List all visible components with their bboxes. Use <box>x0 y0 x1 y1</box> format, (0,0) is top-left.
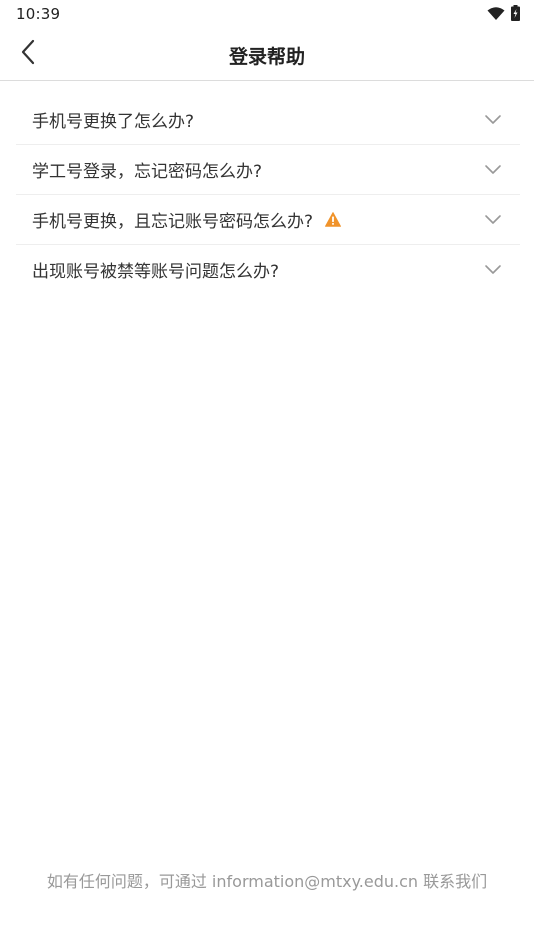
chevron-down-icon <box>484 112 502 126</box>
contact-footer: 如有任何问题，可通过 information@mtxy.edu.cn 联系我们 <box>46 872 488 891</box>
faq-question: 手机号更换了怎么办? <box>32 112 195 132</box>
battery-charging-icon <box>511 5 520 25</box>
faq-item-phone-and-password[interactable]: 手机号更换，且忘记账号密码怎么办? <box>16 195 520 245</box>
faq-question: 学工号登录，忘记密码怎么办? <box>32 162 263 182</box>
chevron-down-icon <box>484 262 502 276</box>
warning-icon <box>325 212 342 227</box>
status-time: 10:39 <box>16 5 61 23</box>
faq-item-phone-changed[interactable]: 手机号更换了怎么办? <box>16 95 520 145</box>
faq-question: 出现账号被禁等账号问题怎么办? <box>32 262 280 282</box>
faq-item-account-banned[interactable]: 出现账号被禁等账号问题怎么办? <box>16 245 520 294</box>
faq-item-forgot-password[interactable]: 学工号登录，忘记密码怎么办? <box>16 145 520 195</box>
page-title: 登录帮助 <box>228 46 305 68</box>
faq-list: 手机号更换了怎么办? 学工号登录，忘记密码怎么办? 手机号更换，且忘记账号密码怎… <box>16 95 520 294</box>
faq-question: 手机号更换，且忘记账号密码怎么办? <box>32 212 314 232</box>
app-header: 登录帮助 <box>0 28 534 81</box>
chevron-down-icon <box>484 212 502 226</box>
chevron-down-icon <box>484 162 502 176</box>
status-bar: 10:39 <box>0 0 534 28</box>
status-icons <box>487 5 520 25</box>
wifi-icon <box>487 6 505 25</box>
